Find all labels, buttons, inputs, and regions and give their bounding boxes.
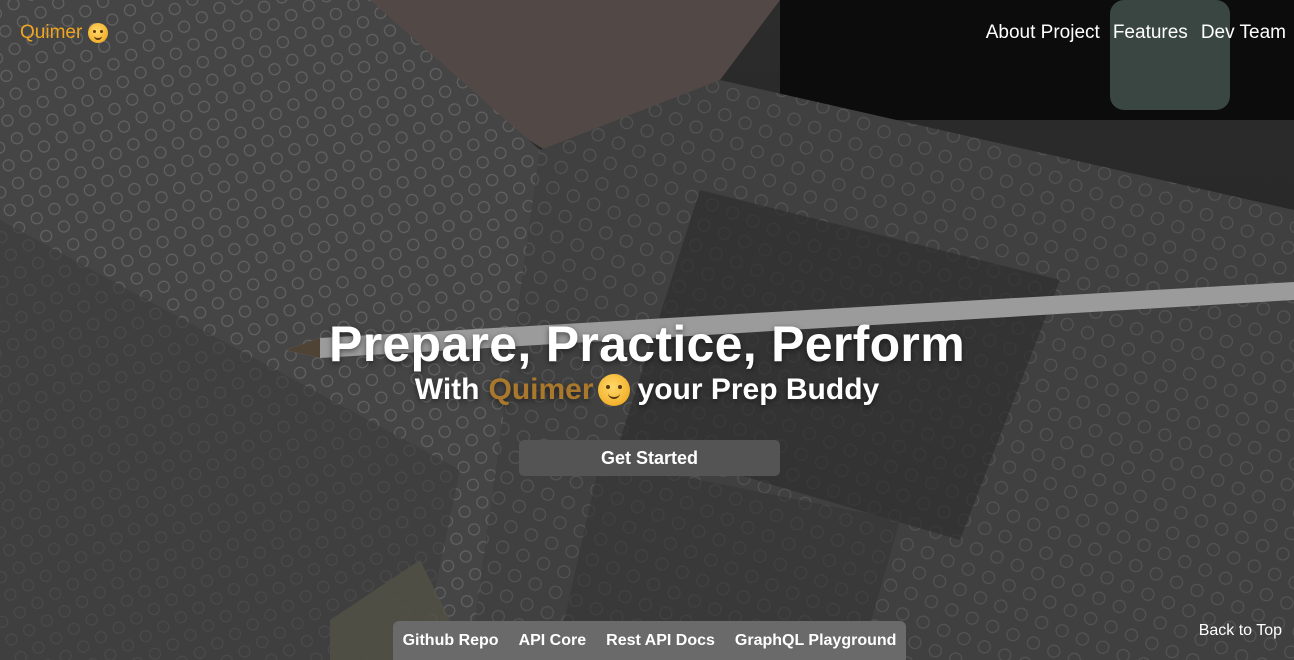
hero-subtitle: With Quimer your Prep Buddy — [0, 372, 1294, 408]
brand-link[interactable]: Quimer — [20, 22, 109, 44]
hugging-face-icon — [88, 23, 109, 43]
back-to-top-link[interactable]: Back to Top — [1199, 622, 1282, 640]
hero: Prepare, Practice, Perform With Quimer y… — [0, 316, 1294, 408]
nav-about-project[interactable]: About Project — [986, 22, 1100, 44]
github-repo-link[interactable]: Github Repo — [403, 632, 499, 650]
footer-links: Github Repo API Core Rest API Docs Graph… — [393, 621, 906, 660]
brand-name: Quimer — [20, 22, 83, 43]
get-started-button[interactable]: Get Started — [519, 440, 780, 476]
nav-features[interactable]: Features — [1113, 22, 1188, 44]
top-nav: About Project Features Dev Team — [986, 22, 1286, 44]
hero-title: Prepare, Practice, Perform — [329, 316, 965, 372]
api-core-link[interactable]: API Core — [519, 632, 587, 650]
subtitle-brand: Quimer — [488, 373, 594, 406]
subtitle-prefix: With — [414, 373, 480, 406]
nav-dev-team[interactable]: Dev Team — [1201, 22, 1286, 44]
graphql-playground-link[interactable]: GraphQL Playground — [735, 632, 897, 650]
hugging-face-icon — [597, 374, 630, 406]
rest-api-docs-link[interactable]: Rest API Docs — [606, 632, 715, 650]
subtitle-suffix: your Prep Buddy — [637, 373, 880, 406]
